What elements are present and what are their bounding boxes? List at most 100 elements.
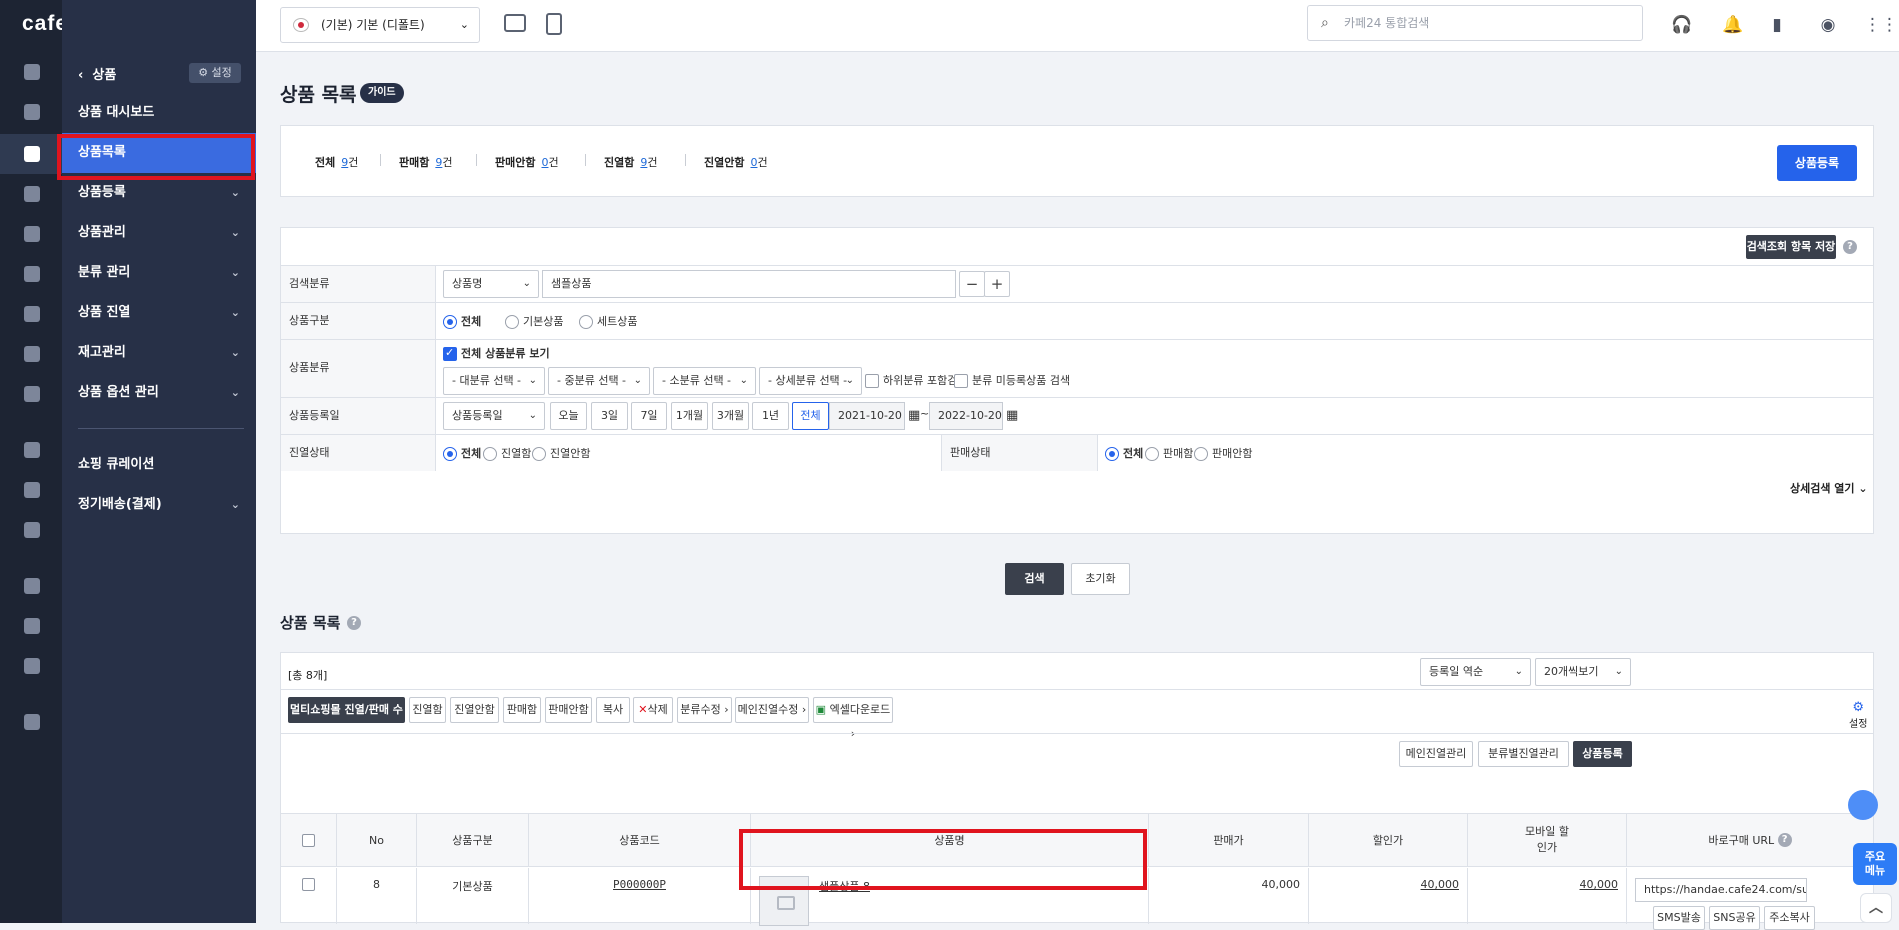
copy-icon[interactable]: [24, 658, 40, 674]
period-button-4[interactable]: 3개월: [712, 402, 749, 430]
palette-icon[interactable]: [24, 266, 40, 282]
cart-icon[interactable]: [24, 104, 40, 120]
category-display-manage-button[interactable]: 분류별진열관리: [1478, 741, 1569, 767]
shop-add-icon[interactable]: [24, 522, 40, 538]
col-mobile-price[interactable]: 모바일 할인가: [1468, 814, 1627, 866]
col-price[interactable]: 판매가: [1149, 814, 1309, 866]
category-detail-select[interactable]: - 상세분류 선택 - ⌄: [759, 367, 862, 395]
bookmark-icon[interactable]: ▮: [1767, 15, 1787, 35]
minus-button[interactable]: −: [959, 271, 985, 297]
sale-off-radio[interactable]: 판매안함: [1194, 447, 1252, 461]
help-icon[interactable]: ?: [1777, 833, 1792, 847]
search-input[interactable]: ⌕ 카페24 통합검색: [1307, 5, 1643, 41]
row-code-link[interactable]: P000000P: [613, 878, 666, 891]
summary-item[interactable]: 판매안함 0건: [495, 154, 559, 170]
date-to-input[interactable]: 2022-10-20: [929, 402, 1003, 430]
action-button-9[interactable]: ▣ 엑셀다운로드 ›: [813, 697, 893, 740]
main-menu-button[interactable]: 주요 메뉴: [1853, 843, 1897, 885]
megaphone-icon[interactable]: [24, 482, 40, 498]
period-button-2[interactable]: 7일: [631, 402, 667, 430]
mobile-icon[interactable]: [24, 386, 40, 402]
calendar-icon[interactable]: ▦: [908, 408, 920, 423]
gear-icon[interactable]: [24, 714, 40, 730]
reset-button[interactable]: 초기화: [1071, 563, 1130, 595]
display-on-radio[interactable]: 진열함: [483, 447, 531, 461]
row-url-input[interactable]: https://handae.cafe24.com/surl/O/16: [1635, 878, 1807, 902]
action-button-6[interactable]: ✕삭제: [633, 697, 673, 723]
action-button-1[interactable]: 진열함: [409, 697, 446, 723]
advanced-search-toggle[interactable]: 상세검색 열기 ⌄: [1790, 480, 1868, 496]
sns-share-button[interactable]: SNS공유: [1709, 906, 1760, 930]
grid-menu-icon[interactable]: ⋮⋮: [1864, 15, 1898, 35]
scroll-top-icon[interactable]: ︿: [1860, 893, 1892, 923]
copy-url-button[interactable]: 주소복사: [1764, 906, 1815, 930]
save-search-items-button[interactable]: 검색조회 항목 저장: [1746, 235, 1836, 259]
summary-item[interactable]: 진열안함 0건: [704, 154, 768, 170]
list-register-button[interactable]: 상품등록: [1573, 741, 1632, 767]
shop-selector[interactable]: (기본) 기본 (디폴트) ⌄: [280, 7, 480, 43]
sidebar-settings-button[interactable]: ⚙ 설정: [189, 63, 241, 83]
board-icon[interactable]: [24, 226, 40, 242]
period-button-5[interactable]: 1년: [752, 402, 789, 430]
date-from-input[interactable]: 2021-10-20: [829, 402, 905, 430]
calendar-icon[interactable]: ▦: [1006, 408, 1018, 423]
row-mobile-link[interactable]: 40,000: [1580, 878, 1619, 891]
stats-icon[interactable]: [24, 346, 40, 362]
col-url[interactable]: 바로구매 URL ?: [1627, 814, 1873, 866]
period-button-1[interactable]: 3일: [591, 402, 628, 430]
list-settings-button[interactable]: ⚙ 설정: [1849, 700, 1867, 730]
summary-item[interactable]: 전체 9건: [315, 154, 358, 170]
sidebar-extra-item-1[interactable]: 정기배송(결제) ⌄: [62, 485, 256, 525]
sms-send-button[interactable]: SMS발송: [1653, 906, 1705, 930]
display-off-radio[interactable]: 진열안함: [532, 447, 590, 461]
mobile-view-icon[interactable]: [546, 13, 562, 35]
sidebar-item-6[interactable]: 재고관리 ⌄: [62, 333, 256, 373]
user-icon[interactable]: ◉: [1818, 15, 1838, 35]
type-all-radio[interactable]: 전체: [443, 315, 481, 329]
col-sale-price[interactable]: 할인가: [1309, 814, 1468, 866]
help-icon[interactable]: ?: [347, 616, 361, 630]
select-all-checkbox[interactable]: [302, 833, 315, 847]
sidebar-item-4[interactable]: 분류 관리 ⌄: [62, 253, 256, 293]
promotion-icon[interactable]: [24, 306, 40, 322]
home-icon[interactable]: [24, 64, 40, 80]
action-button-2[interactable]: 진열안함: [450, 697, 499, 723]
view-all-categories-checkbox[interactable]: 전체 상품분류 보기: [443, 346, 550, 361]
search-field-select[interactable]: 상품명 ⌄: [443, 270, 539, 298]
per-page-select[interactable]: 20개씩보기 ⌄: [1535, 658, 1631, 686]
period-button-0[interactable]: 오늘: [550, 402, 587, 430]
unregistered-category-checkbox[interactable]: 분류 미등록상품 검색: [954, 374, 1070, 388]
action-button-0[interactable]: 멀티쇼핑몰 진열/판매 수정: [288, 697, 405, 742]
period-button-6[interactable]: 전체: [792, 402, 829, 430]
sidebar-item-3[interactable]: 상품관리 ⌄: [62, 213, 256, 253]
display-all-radio[interactable]: 전체: [443, 447, 481, 461]
action-button-7[interactable]: 분류수정 ›: [677, 697, 732, 723]
bell-icon[interactable]: 🔔: [1722, 15, 1743, 35]
summary-item[interactable]: 진열함 9건: [604, 154, 658, 170]
category-small-select[interactable]: - 소분류 선택 - ⌄: [653, 367, 756, 395]
help-icon[interactable]: ?: [1843, 240, 1857, 254]
action-button-4[interactable]: 판매안함: [545, 697, 592, 723]
col-no[interactable]: No: [337, 814, 417, 866]
sidebar-item-7[interactable]: 상품 옵션 관리 ⌄: [62, 373, 256, 413]
shirt-icon[interactable]: [24, 146, 40, 162]
search-button[interactable]: 검색: [1005, 563, 1064, 595]
row-sale-link[interactable]: 40,000: [1421, 878, 1460, 891]
col-type[interactable]: 상품구분: [417, 814, 529, 866]
sale-all-radio[interactable]: 전체: [1105, 447, 1143, 461]
type-set-radio[interactable]: 세트상품: [579, 315, 637, 329]
summary-item[interactable]: 판매함 9건: [399, 154, 453, 170]
include-subcategory-checkbox[interactable]: 하위분류 포함검색: [865, 374, 967, 388]
category-large-select[interactable]: - 대분류 선택 - ⌄: [443, 367, 545, 395]
chatbot-icon[interactable]: [1848, 790, 1878, 820]
plus-button[interactable]: +: [984, 271, 1010, 297]
headset-icon[interactable]: 🎧: [1671, 15, 1692, 35]
pc-view-icon[interactable]: [504, 14, 526, 32]
store-icon[interactable]: [24, 442, 40, 458]
sidebar-item-0[interactable]: 상품 대시보드: [62, 93, 256, 133]
period-button-3[interactable]: 1개월: [671, 402, 708, 430]
col-code[interactable]: 상품코드: [529, 814, 751, 866]
main-display-manage-button[interactable]: 메인진열관리: [1399, 741, 1473, 767]
date-type-select[interactable]: 상품등록일 ⌄: [443, 402, 545, 430]
apps-icon[interactable]: [24, 578, 40, 594]
